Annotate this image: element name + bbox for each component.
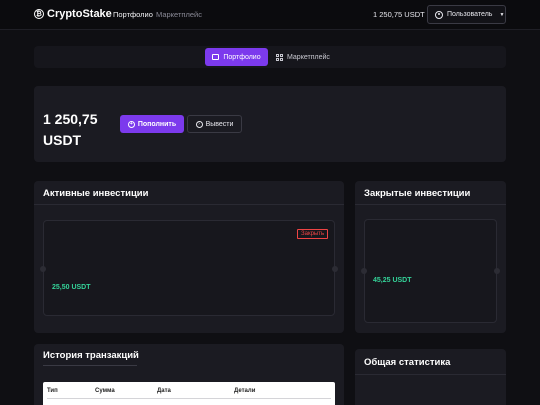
- header-balance: 1 250,75 USDT: [373, 10, 425, 19]
- plus-icon: +: [127, 120, 135, 128]
- tab-marketplace-label: Маркетплейс: [287, 53, 330, 61]
- withdraw-button[interactable]: › Вывести: [187, 115, 242, 133]
- stats-panel: Общая статистика: [355, 349, 506, 405]
- bitcoin-icon: ₿: [34, 9, 44, 19]
- tab-portfolio-label: Портфолио: [223, 53, 261, 61]
- user-menu-button[interactable]: Пользователь ▼: [427, 5, 506, 24]
- panel-divider: [355, 374, 506, 375]
- panel-divider: [34, 204, 344, 205]
- column-header-details: Детали: [234, 388, 256, 394]
- closed-investments-title: Закрытые инвестиции: [364, 188, 471, 199]
- chevron-down-icon: ▼: [499, 11, 505, 18]
- close-investment-button[interactable]: Закрыть: [297, 229, 329, 239]
- grid-icon: [276, 53, 283, 61]
- transaction-history-title: История транзакций: [43, 350, 139, 361]
- investment-card: 45,25 USDT: [361, 219, 500, 323]
- transactions-table: Тип Сумма Дата Детали: [43, 382, 335, 405]
- investment-card: Закрыть 25,50 USDT: [40, 220, 338, 316]
- brand-logo[interactable]: ₿ CryptoStake: [34, 8, 112, 20]
- deposit-button[interactable]: + Пополнить: [120, 115, 184, 133]
- column-header-date: Дата: [157, 388, 171, 394]
- closed-investments-panel: Закрытые инвестиции 45,25 USDT: [355, 181, 506, 333]
- transaction-history-panel: История транзакций Тип Сумма Дата Детали: [34, 344, 344, 405]
- column-header-amount: Сумма: [95, 388, 115, 394]
- tab-marketplace[interactable]: Маркетплейс: [270, 48, 336, 66]
- top-navbar: ₿ CryptoStake Портфолио Маркетплейс 1 25…: [0, 0, 540, 30]
- panel-divider: [355, 204, 506, 205]
- slider-dot-right: [332, 266, 338, 272]
- nav-link-portfolio[interactable]: Портфолио: [113, 10, 153, 19]
- active-investments-title: Активные инвестиции: [43, 188, 149, 199]
- slider-dot-left: [361, 268, 367, 274]
- tab-portfolio[interactable]: Портфолио: [205, 48, 268, 66]
- deposit-label: Пополнить: [137, 120, 177, 128]
- investment-amount: 45,25 USDT: [373, 277, 412, 284]
- balance-card: 1 250,75 USDT + Пополнить › Вывести: [34, 86, 506, 162]
- column-header-type: Тип: [47, 388, 58, 394]
- slider-dot-right: [494, 268, 500, 274]
- nav-link-marketplace[interactable]: Маркетплейс: [156, 10, 202, 19]
- brand-name: CryptoStake: [47, 8, 112, 20]
- user-menu-label: Пользователь: [447, 11, 493, 18]
- title-underline: [43, 365, 137, 366]
- user-icon: [435, 10, 443, 19]
- stats-title: Общая статистика: [364, 357, 451, 368]
- view-tabs: Портфолио Маркетплейс: [34, 46, 506, 68]
- slider-dot-left: [40, 266, 46, 272]
- balance-amount: 1 250,75 USDT: [43, 111, 98, 148]
- arrow-icon: ›: [195, 120, 203, 128]
- wallet-icon: [212, 54, 220, 60]
- table-header-divider: [47, 398, 331, 399]
- withdraw-label: Вывести: [205, 120, 234, 128]
- investment-amount: 25,50 USDT: [52, 284, 91, 291]
- active-investments-panel: Активные инвестиции Закрыть 25,50 USDT: [34, 181, 344, 333]
